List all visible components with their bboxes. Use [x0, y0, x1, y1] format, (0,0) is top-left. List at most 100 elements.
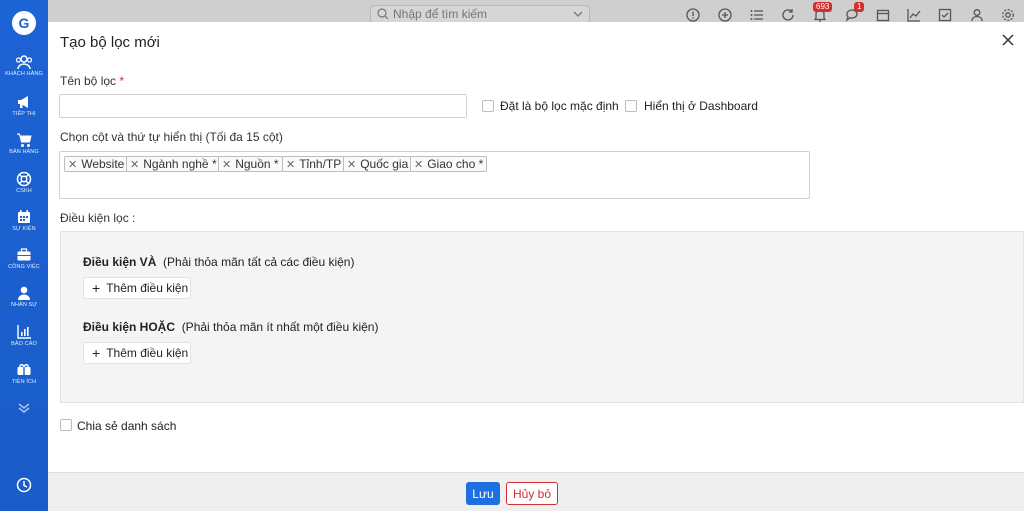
- global-search-input[interactable]: [393, 7, 553, 21]
- modal-title: Tạo bộ lọc mới: [60, 34, 160, 51]
- column-tag-label: Website: [81, 157, 125, 171]
- add-condition-label: Thêm điều kiện: [106, 281, 189, 295]
- or-condition-heading: Điều kiện HOẶC: [83, 320, 176, 334]
- sidebar-history-button[interactable]: [0, 477, 48, 493]
- share-list-label: Chia sẻ danh sách: [77, 419, 177, 433]
- sidebar-item-label: CSKH: [16, 188, 32, 194]
- messages-badge: 1: [854, 2, 865, 12]
- sidebar-expand-button[interactable]: [0, 402, 48, 414]
- conditions-panel: Điều kiện VÀ (Phải thỏa mãn tất cả các đ…: [60, 231, 1024, 403]
- sidebar-item-label: TIẾP THỊ: [12, 111, 36, 117]
- briefcase-icon: [17, 248, 31, 261]
- columns-select[interactable]: ✕ Website ✕ Ngành nghề * ✕ Nguồn * ✕ Tỉnh/TP…: [59, 151, 810, 199]
- remove-tag-icon[interactable]: ✕: [286, 159, 295, 171]
- double-chevron-down-icon: [18, 403, 30, 413]
- global-search[interactable]: [370, 5, 590, 23]
- sidebar-item-hr[interactable]: NHÂN SỰ: [0, 285, 48, 308]
- sidebar-item-label: BÁN HÀNG: [9, 149, 39, 155]
- sidebar-item-tasks[interactable]: CÔNG VIỆC: [0, 247, 48, 270]
- search-icon: [377, 8, 389, 20]
- sidebar-item-sales[interactable]: BÁN HÀNG: [0, 132, 48, 155]
- alert-icon[interactable]: [686, 8, 700, 22]
- customers-icon: [15, 55, 33, 70]
- or-condition-title: Điều kiện HOẶC (Phải thỏa mãn ít nhất mộ…: [83, 320, 378, 334]
- close-icon[interactable]: [1000, 32, 1016, 48]
- sidebar-item-events[interactable]: SỰ KIỆN: [0, 209, 48, 232]
- sidebar-item-label: NHÂN SỰ: [10, 302, 38, 308]
- column-tag-label: Quốc gia: [360, 157, 409, 171]
- megaphone-icon: [18, 96, 28, 108]
- logo-letter: G: [18, 15, 30, 31]
- add-and-condition-button[interactable]: + Thêm điều kiện: [83, 277, 191, 299]
- column-tag-label: Ngành nghề *: [143, 157, 217, 171]
- filter-name-label-text: Tên bộ lọc: [60, 74, 117, 88]
- filter-name-label: Tên bộ lọc *: [60, 74, 124, 88]
- columns-label: Chọn cột và thứ tự hiển thị (Tối đa 15 c…: [60, 130, 283, 144]
- sidebar-item-label: CÔNG VIỆC: [8, 264, 40, 270]
- utilities-icon: [17, 364, 31, 375]
- add-or-condition-button[interactable]: + Thêm điều kiện: [83, 342, 191, 364]
- cancel-button[interactable]: Hủy bỏ: [506, 482, 558, 505]
- column-tag-label: Tỉnh/TP: [299, 157, 342, 171]
- conditions-label: Điều kiện lọc :: [60, 211, 136, 225]
- remove-tag-icon[interactable]: ✕: [222, 159, 231, 171]
- column-tag: ✕ Nguồn *: [218, 156, 283, 172]
- sidebar-item-label: BÁO CÁO: [11, 341, 37, 347]
- calendar-top-icon[interactable]: [876, 8, 890, 22]
- save-button[interactable]: Lưu: [466, 482, 500, 505]
- default-filter-checkbox[interactable]: [482, 100, 494, 112]
- share-list-checkbox[interactable]: [60, 419, 72, 431]
- default-filter-label: Đặt là bộ lọc mặc định: [500, 99, 619, 113]
- and-condition-heading: Điều kiện VÀ: [83, 255, 157, 269]
- sidebar-item-label: TIỆN ÍCH: [11, 379, 37, 385]
- column-tag: ✕ Tỉnh/TP: [282, 156, 346, 172]
- cart-icon: [17, 133, 32, 147]
- refresh-icon[interactable]: [781, 8, 795, 22]
- column-tag-label: Nguồn *: [235, 157, 279, 171]
- filter-name-input[interactable]: [59, 94, 467, 118]
- or-condition-desc: (Phải thỏa mãn ít nhất một điều kiện): [181, 320, 379, 334]
- column-tag: ✕ Giao cho *: [410, 156, 488, 172]
- sidebar-item-utilities[interactable]: TIỆN ÍCH: [0, 362, 48, 385]
- and-condition-desc: (Phải thỏa mãn tất cả các điều kiện): [163, 255, 355, 269]
- sidebar-item-customer-care[interactable]: CSKH: [0, 171, 48, 194]
- modal-footer: Lưu Hủy bỏ: [48, 472, 1024, 511]
- list-icon[interactable]: [750, 8, 764, 22]
- sidebar-item-label: SỰ KIỆN: [12, 226, 36, 232]
- lifebuoy-icon: [16, 171, 32, 187]
- required-mark: *: [119, 74, 125, 88]
- chart-line-icon[interactable]: [907, 8, 921, 22]
- add-circle-icon[interactable]: [718, 8, 732, 22]
- chevron-down-icon: [573, 11, 583, 17]
- remove-tag-icon[interactable]: ✕: [68, 159, 77, 171]
- sidebar-item-reports[interactable]: BÁO CÁO: [0, 324, 48, 347]
- show-dashboard-label: Hiển thị ở Dashboard: [644, 99, 758, 113]
- column-tag: ✕ Ngành nghề *: [126, 156, 221, 172]
- sidebar-item-label: KHÁCH HÀNG: [5, 71, 43, 77]
- plus-icon: +: [92, 345, 101, 361]
- notifications-badge: 693: [813, 2, 833, 12]
- calendar-icon: [18, 210, 30, 223]
- remove-tag-icon[interactable]: ✕: [347, 159, 356, 171]
- add-condition-label: Thêm điều kiện: [106, 346, 189, 360]
- gear-icon[interactable]: [1001, 8, 1015, 22]
- sidebar-item-customers[interactable]: KHÁCH HÀNG: [0, 54, 48, 77]
- task-check-icon[interactable]: [938, 8, 952, 22]
- report-icon: [17, 325, 31, 339]
- person-icon: [18, 286, 30, 300]
- clock-icon: [16, 477, 32, 493]
- plus-icon: +: [92, 280, 101, 296]
- create-filter-modal: Tạo bộ lọc mới Tên bộ lọc * Đặt là bộ lọ…: [48, 22, 1024, 511]
- app-logo[interactable]: G: [12, 11, 36, 35]
- column-tag: ✕ Website: [64, 156, 129, 172]
- sidebar-item-marketing[interactable]: TIẾP THỊ: [0, 94, 48, 117]
- column-tag-label: Giao cho *: [427, 157, 484, 171]
- remove-tag-icon[interactable]: ✕: [414, 159, 423, 171]
- show-dashboard-checkbox[interactable]: [625, 100, 637, 112]
- remove-tag-icon[interactable]: ✕: [130, 159, 139, 171]
- user-icon[interactable]: [970, 8, 984, 22]
- sidebar: G KHÁCH HÀNG TIẾP THỊ BÁN HÀNG CSKH SỰ K…: [0, 0, 48, 511]
- topbar: 693 1: [48, 0, 1024, 23]
- column-tag: ✕ Quốc gia: [343, 156, 413, 172]
- and-condition-title: Điều kiện VÀ (Phải thỏa mãn tất cả các đ…: [83, 255, 354, 269]
